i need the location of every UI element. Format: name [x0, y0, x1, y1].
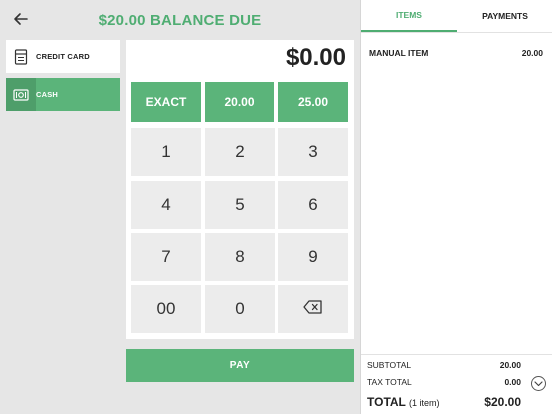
key-1[interactable]: 1 [131, 128, 201, 176]
top-bar: $20.00 BALANCE DUE [0, 0, 360, 40]
tendered-amount: $0.00 [285, 44, 346, 71]
tax-row: TAX TOTAL 0.00 [361, 377, 552, 394]
total-row: TOTAL (1 item) $20.00 [361, 394, 552, 414]
tab-items[interactable]: ITEMS [361, 0, 457, 32]
total-label: TOTAL (1 item) [367, 395, 440, 409]
key-6[interactable]: 6 [278, 181, 348, 229]
totals-section: SUBTOTAL 20.00 TAX TOTAL 0.00 TOTAL (1 i… [361, 354, 552, 414]
list-item[interactable]: MANUAL ITEM 20.00 [369, 48, 543, 58]
tax-label: TAX TOTAL [367, 377, 412, 387]
key-5[interactable]: 5 [205, 181, 275, 229]
cash-icon [6, 78, 36, 111]
backspace-key[interactable] [278, 285, 348, 333]
key-3[interactable]: 3 [278, 128, 348, 176]
quick-amount-25-button[interactable]: 25.00 [278, 82, 348, 122]
quick-amount-20-button[interactable]: 20.00 [205, 82, 274, 122]
credit-card-icon [6, 40, 36, 73]
key-8[interactable]: 8 [205, 233, 275, 281]
payment-methods: CREDIT CARD CASH [6, 40, 120, 111]
order-panel: ITEMS PAYMENTS MANUAL ITEM 20.00 SUBTOTA… [360, 0, 552, 414]
chevron-down-icon[interactable] [531, 376, 546, 391]
key-2[interactable]: 2 [205, 128, 275, 176]
key-7[interactable]: 7 [131, 233, 201, 281]
cash-method[interactable]: CASH [6, 78, 120, 111]
subtotal-label: SUBTOTAL [367, 360, 412, 370]
key-00[interactable]: 00 [131, 285, 201, 333]
subtotal-value: 20.00 [499, 360, 521, 370]
credit-card-method[interactable]: CREDIT CARD [6, 40, 120, 73]
order-tabs: ITEMS PAYMENTS [361, 0, 552, 33]
total-value: $20.00 [484, 395, 521, 409]
item-price: 20.00 [521, 48, 543, 58]
subtotal-row: SUBTOTAL 20.00 [361, 360, 552, 377]
cash-label: CASH [36, 90, 59, 99]
checkout-panel: $20.00 BALANCE DUE CREDIT CARD CASH $0.0… [0, 0, 360, 414]
key-9[interactable]: 9 [278, 233, 348, 281]
item-name: MANUAL ITEM [369, 48, 429, 58]
total-label-text: TOTAL [367, 395, 406, 409]
exact-button[interactable]: EXACT [131, 82, 201, 122]
balance-due-title: $20.00 BALANCE DUE [98, 12, 262, 29]
keypad-panel: $0.00 EXACT 20.00 25.00 1 2 3 4 5 6 7 8 … [126, 40, 354, 339]
key-0[interactable]: 0 [205, 285, 275, 333]
backspace-icon [303, 299, 323, 319]
total-item-count: (1 item) [409, 398, 440, 408]
pay-button[interactable]: PAY [126, 349, 354, 382]
tax-value: 0.00 [504, 377, 521, 387]
credit-card-label: CREDIT CARD [36, 52, 90, 61]
key-4[interactable]: 4 [131, 181, 201, 229]
tab-payments[interactable]: PAYMENTS [457, 0, 552, 32]
